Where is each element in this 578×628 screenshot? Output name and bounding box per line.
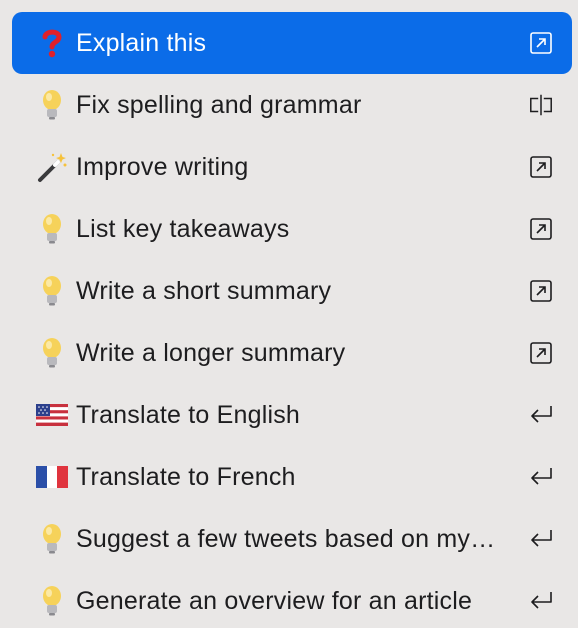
menu-item-translate-french[interactable]: Translate to French [12,446,572,508]
return-icon[interactable] [528,402,554,428]
menu-item-label: Suggest a few tweets based on my… [76,524,496,553]
return-icon[interactable] [528,526,554,552]
return-icon[interactable] [528,464,554,490]
return-icon[interactable] [528,588,554,614]
lightbulb-icon [34,273,70,309]
menu-item-longer-summary[interactable]: Write a longer summary [12,322,572,384]
menu-item-label: Explain this [76,28,207,57]
lightbulb-icon [34,583,70,619]
menu-item-list-takeaways[interactable]: List key takeaways [12,198,572,260]
menu-item-label: Write a longer summary [76,338,346,367]
menu-item-label: Generate an overview for an article [76,586,473,615]
menu-item-label: Translate to French [76,462,296,491]
open-in-window-icon[interactable] [528,30,554,56]
commands-menu: Explain this Fix spelling and grammar Im… [0,0,578,628]
open-in-window-icon[interactable] [528,278,554,304]
menu-item-suggest-tweets[interactable]: Suggest a few tweets based on my… [12,508,572,570]
question-mark-icon [34,25,70,61]
menu-item-explain-this[interactable]: Explain this [12,12,572,74]
lightbulb-icon [34,87,70,123]
menu-item-generate-overview[interactable]: Generate an overview for an article [12,570,572,628]
french-flag-icon [34,459,70,495]
lightbulb-icon [34,335,70,371]
lightbulb-icon [34,211,70,247]
menu-item-fix-spelling[interactable]: Fix spelling and grammar [12,74,572,136]
menu-item-improve-writing[interactable]: Improve writing [12,136,572,198]
menu-item-short-summary[interactable]: Write a short summary [12,260,572,322]
menu-item-translate-english[interactable]: Translate to English [12,384,572,446]
us-flag-icon [34,397,70,433]
lightbulb-icon [34,521,70,557]
open-in-window-icon[interactable] [528,154,554,180]
menu-item-label: Fix spelling and grammar [76,90,362,119]
open-in-window-icon[interactable] [528,340,554,366]
menu-item-label: List key takeaways [76,214,290,243]
menu-item-label: Translate to English [76,400,301,429]
menu-item-label: Write a short summary [76,276,332,305]
menu-item-label: Improve writing [76,152,249,181]
magic-wand-icon [34,149,70,185]
open-in-window-icon[interactable] [528,216,554,242]
split-compare-icon[interactable] [528,92,554,118]
